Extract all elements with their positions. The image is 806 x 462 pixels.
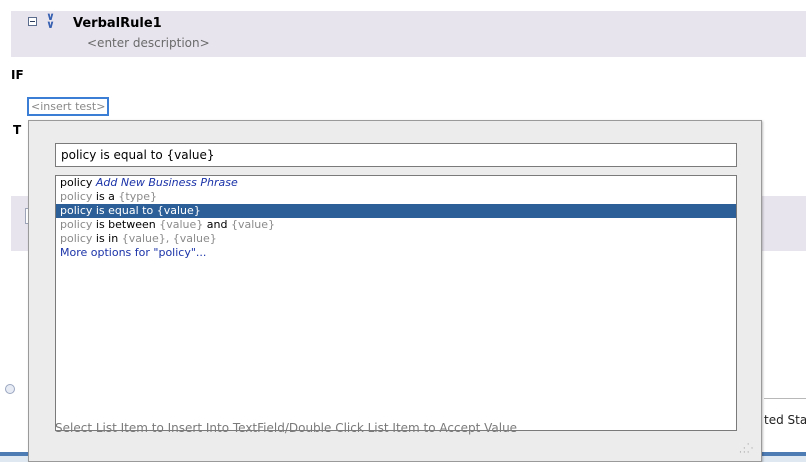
- list-item-text: is between: [95, 218, 160, 231]
- divider: [764, 398, 806, 399]
- insert-test-link[interactable]: <insert test>: [27, 97, 110, 116]
- list-item-text: is in: [95, 232, 122, 245]
- phrase-chooser-popup: policy Add New Business Phrasepolicy is …: [28, 120, 762, 462]
- list-item-text: policy: [60, 232, 96, 245]
- list-item-text: {value}: [231, 218, 276, 231]
- list-item-text: More options for "policy"...: [60, 246, 207, 259]
- list-item-text: policy: [60, 190, 96, 203]
- then-label: T: [13, 123, 22, 137]
- hint-text: Select List Item to Insert Into TextFiel…: [55, 421, 518, 435]
- list-item[interactable]: policy is equal to {value}: [56, 204, 736, 218]
- phrase-input[interactable]: [55, 143, 737, 167]
- list-item-text: Add New Business Phrase: [95, 176, 238, 189]
- list-item-text: {type}: [118, 190, 157, 203]
- if-label: IF: [11, 68, 24, 82]
- list-item[interactable]: policy Add New Business Phrase: [56, 176, 736, 190]
- phrase-list[interactable]: policy Add New Business Phrase policy is …: [55, 175, 737, 431]
- list-item-text: policy: [60, 176, 96, 189]
- rule-description[interactable]: <enter description>: [87, 36, 210, 50]
- list-item-text: is a: [95, 190, 119, 203]
- status-tab-label[interactable]: ted Sta: [764, 413, 806, 427]
- list-item-text: {value}, {value}: [121, 232, 217, 245]
- collapse-toggle-icon[interactable]: [28, 17, 37, 26]
- more-options-link[interactable]: More options for "policy"...: [56, 246, 736, 260]
- list-item-text: and: [206, 218, 231, 231]
- list-item[interactable]: policy is in {value}, {value}: [56, 232, 736, 246]
- rule-name[interactable]: VerbalRule1: [73, 16, 162, 31]
- rule-header: ∨ ∨ VerbalRule1 <enter description>: [11, 10, 806, 57]
- resize-grip-icon[interactable]: · · · ···: [739, 441, 753, 458]
- list-item[interactable]: policy is a {type}: [56, 190, 736, 204]
- list-item-text: {value}: [159, 218, 207, 231]
- list-item[interactable]: policy is between {value} and {value}: [56, 218, 736, 232]
- scroll-left-icon[interactable]: [5, 382, 15, 396]
- list-item-text: policy: [60, 218, 96, 231]
- list-item-text: policy is equal to {value}: [60, 204, 201, 217]
- double-chevron-down-icon[interactable]: ∨ ∨: [46, 11, 55, 30]
